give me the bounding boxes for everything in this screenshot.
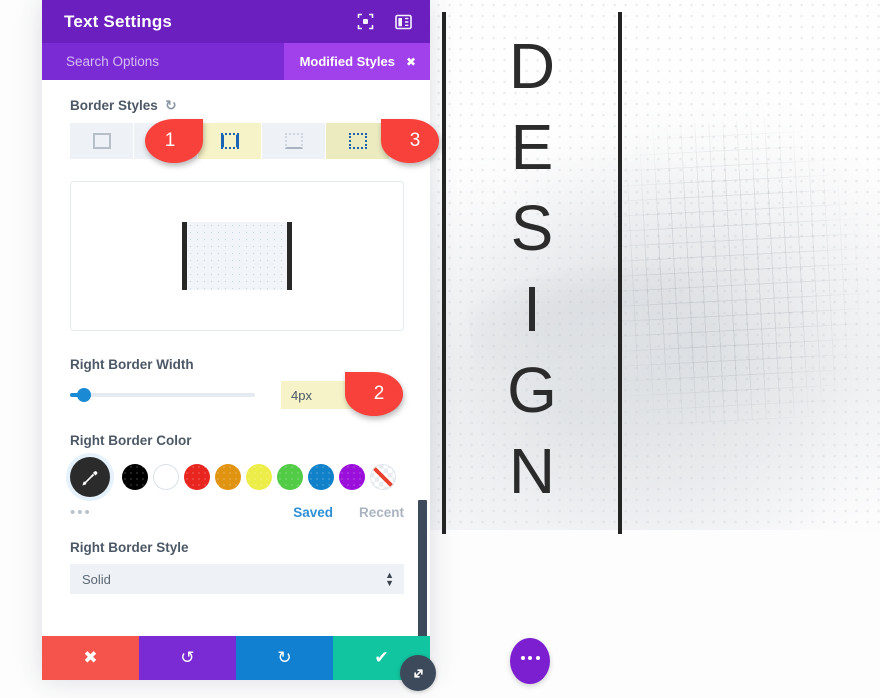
close-icon[interactable]: ✖ — [406, 55, 416, 69]
redo-icon: ↻ — [277, 648, 292, 667]
border-style-bottom[interactable] — [262, 123, 325, 159]
border-styles-label: Border Styles ↺ — [70, 97, 404, 114]
swatch-black[interactable] — [122, 464, 148, 490]
border-preview — [70, 181, 404, 331]
search-input[interactable] — [64, 42, 284, 81]
annotation-pin-3-number: 3 — [409, 130, 421, 151]
annotation-pin-2-number: 2 — [373, 383, 385, 404]
reset-icon[interactable]: ↺ — [165, 97, 177, 114]
more-colors-icon[interactable]: ••• — [70, 505, 92, 520]
swatch-purple[interactable] — [339, 464, 365, 490]
border-style-value: Solid — [82, 571, 111, 587]
page-title: Text Settings — [64, 11, 173, 31]
design-letter-e: E — [510, 111, 554, 183]
design-text-module[interactable]: D E S I G N — [442, 12, 622, 534]
ellipsis-icon — [520, 656, 540, 660]
border-bottom-icon — [284, 133, 303, 149]
panel-footer: ✖ ↺ ↻ ✔ — [42, 636, 430, 680]
border-style-all[interactable] — [326, 123, 389, 159]
chevron-updown-icon: ▲ ▼ — [385, 570, 394, 588]
border-style-select[interactable]: Solid ▲ ▼ — [70, 564, 404, 594]
panel-header: Text Settings — [42, 0, 430, 43]
design-letter-s: S — [510, 192, 554, 264]
text-settings-panel: Text Settings Modified Styles ✖ Border — [42, 0, 430, 680]
design-letter-n: N — [508, 435, 556, 507]
slider-track — [70, 393, 255, 397]
annotation-pin-2: 2 — [345, 372, 403, 416]
design-text: D E S I G N — [446, 26, 618, 512]
border-style-label: Right Border Style — [70, 540, 189, 555]
color-meta-row: ••• Saved Recent — [70, 505, 404, 521]
border-left-right-icon — [220, 133, 239, 149]
undo-icon: ↺ — [180, 648, 195, 667]
design-letter-g: G — [507, 354, 557, 426]
modified-styles-label: Modified Styles — [299, 54, 395, 69]
border-all-icon — [348, 133, 367, 149]
check-icon: ✔ — [374, 648, 389, 667]
design-letter-d: D — [508, 30, 556, 102]
modified-styles-chip[interactable]: Modified Styles ✖ — [283, 43, 430, 80]
border-styles-label-text: Border Styles — [70, 98, 158, 113]
design-letter-i: I — [523, 273, 541, 345]
layout-panel-icon[interactable] — [392, 11, 414, 33]
swatch-yellow[interactable] — [246, 464, 272, 490]
module-options-fab[interactable] — [510, 638, 550, 684]
slider-knob[interactable] — [77, 388, 91, 402]
swatch-blue[interactable] — [308, 464, 334, 490]
recent-colors-tab[interactable]: Recent — [359, 505, 404, 520]
border-preview-box — [182, 222, 292, 290]
border-width-label: Right Border Width — [70, 357, 194, 372]
swatch-green[interactable] — [277, 464, 303, 490]
redo-button[interactable]: ↻ — [236, 636, 333, 680]
swatch-red[interactable] — [184, 464, 210, 490]
color-swatch-row — [70, 457, 404, 497]
cancel-button[interactable]: ✖ — [42, 636, 139, 680]
eyedropper-icon[interactable] — [70, 457, 110, 497]
border-color-label: Right Border Color — [70, 433, 192, 448]
panel-scrollbar[interactable] — [418, 500, 427, 636]
close-icon: ✖ — [83, 648, 98, 667]
annotation-pin-3: 3 — [381, 119, 439, 163]
saved-colors-tab[interactable]: Saved — [293, 505, 333, 520]
border-width-slider[interactable] — [70, 385, 255, 405]
panel-body: Border Styles ↺ Right Border Width 4px R… — [42, 80, 430, 636]
search-bar: Modified Styles ✖ — [42, 42, 430, 81]
panel-scroll-area: Border Styles ↺ Right Border Width 4px R… — [42, 80, 430, 636]
undo-button[interactable]: ↺ — [139, 636, 236, 680]
swatch-orange[interactable] — [215, 464, 241, 490]
swatch-none[interactable] — [370, 464, 396, 490]
annotation-pin-1-number: 1 — [164, 130, 176, 151]
focus-icon[interactable] — [354, 11, 376, 33]
annotation-pin-1: 1 — [145, 119, 203, 163]
resize-handle[interactable] — [400, 655, 436, 691]
border-none-icon — [92, 133, 111, 149]
border-style-left-right[interactable] — [198, 123, 261, 159]
border-styles-group — [70, 123, 404, 159]
border-style-none[interactable] — [70, 123, 133, 159]
swatch-white[interactable] — [153, 464, 179, 490]
